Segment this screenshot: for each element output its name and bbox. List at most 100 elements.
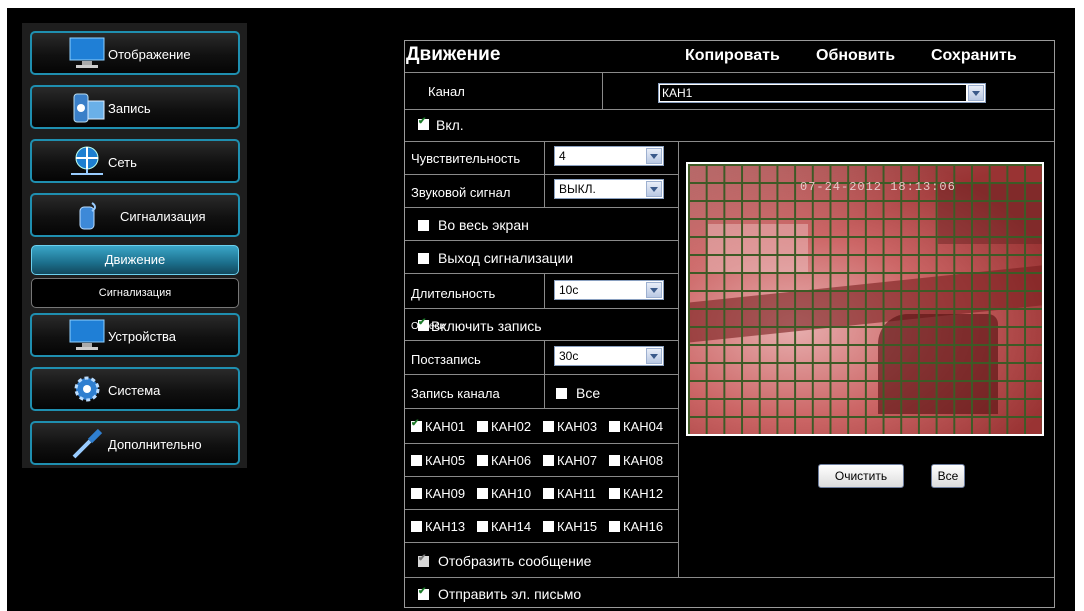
chevron-down-icon[interactable] [968, 85, 984, 101]
fullscreen-checkbox[interactable] [418, 220, 429, 231]
channel-checkbox[interactable] [477, 455, 488, 466]
divider [405, 577, 1054, 578]
channel-checkbox-label: КАН13 [425, 519, 466, 534]
channel-checkbox[interactable] [609, 521, 620, 532]
record-enable-label: Включить запись [431, 318, 542, 334]
sidebar-item-label: Отображение [108, 47, 191, 62]
sidebar-item-label: Сеть [108, 155, 137, 170]
channel-checkbox[interactable] [411, 418, 422, 432]
channel-checkbox-label: КАН16 [623, 519, 664, 534]
all-channels-label: Все [576, 385, 601, 401]
channel-checkbox-label: КАН08 [623, 453, 664, 468]
divider [405, 109, 1054, 110]
sidebar-item-system[interactable]: Система [30, 367, 240, 411]
chevron-down-icon[interactable] [646, 181, 662, 197]
channel-checkbox[interactable] [477, 421, 488, 432]
channel-checkbox[interactable] [543, 488, 554, 499]
clear-button[interactable]: Очистить [818, 464, 904, 488]
post-record-value: 30с [559, 349, 579, 363]
alarm-out-label: Выход сигнализации [438, 250, 574, 266]
channel-checkbox[interactable] [477, 521, 488, 532]
channel-checkbox[interactable] [543, 521, 554, 532]
show-message-checkbox[interactable] [418, 553, 429, 567]
divider [405, 273, 678, 274]
channel-checkbox[interactable] [477, 488, 488, 499]
sidebar-item-label: Дополнительно [108, 437, 202, 452]
divider [405, 443, 678, 444]
refresh-button[interactable]: Обновить [816, 47, 895, 65]
channel-checkbox-label: КАН10 [491, 486, 532, 501]
show-message-label: Отобразить сообщение [438, 553, 592, 569]
channel-checkbox[interactable] [543, 455, 554, 466]
sidebar-item-label: Система [108, 383, 161, 398]
save-button[interactable]: Сохранить [931, 47, 1017, 65]
buzzer-label: Звуковой сигнал [411, 185, 511, 200]
sidebar-item-alarm[interactable]: Сигнализация [30, 193, 240, 237]
page-title: Движение [406, 44, 501, 65]
sidebar-item-network[interactable]: Сеть [30, 139, 240, 183]
post-record-label: Постзапись [411, 352, 481, 367]
screwdriver-icon [72, 428, 103, 459]
channel-checkbox[interactable] [411, 455, 422, 466]
channel-checkbox-label: КАН09 [425, 486, 466, 501]
sidebar-item-label: Устройства [108, 329, 177, 344]
channel-checkbox[interactable] [411, 521, 422, 532]
record-enable-checkbox[interactable] [418, 317, 429, 331]
channel-checkbox-label: КАН03 [557, 419, 598, 434]
channel-checkbox-label: КАН07 [557, 453, 598, 468]
enable-checkbox[interactable] [418, 116, 429, 130]
sidebar-item-label: Сигнализация [120, 209, 206, 224]
channel-checkbox-label: КАН15 [557, 519, 598, 534]
sidebar-item-advanced[interactable]: Дополнительно [30, 421, 240, 465]
divider [405, 542, 678, 543]
chevron-down-icon[interactable] [646, 348, 662, 364]
camera-image: 07-24-2012 18:13:06 [688, 164, 1042, 434]
sensitivity-label: Чувствительность [411, 151, 521, 166]
sensitivity-select[interactable]: 4 [554, 146, 664, 166]
channel-checkbox-label: КАН14 [491, 519, 532, 534]
channel-checkbox[interactable] [609, 488, 620, 499]
duration-select[interactable]: 10с [554, 280, 664, 300]
alarm-out-checkbox[interactable] [418, 253, 429, 264]
select-all-button[interactable]: Все [931, 464, 965, 488]
sidebar-sub-motion[interactable]: Движение [31, 245, 239, 275]
channel-checkbox-label: КАН06 [491, 453, 532, 468]
sidebar-item-devices[interactable]: Устройства [30, 313, 240, 357]
chevron-down-icon[interactable] [646, 282, 662, 298]
sensitivity-value: 4 [559, 149, 566, 163]
divider [405, 408, 678, 409]
divider [405, 72, 1054, 73]
divider [405, 174, 678, 175]
channel-select[interactable]: КАН1 [658, 83, 986, 103]
send-email-checkbox[interactable] [418, 586, 429, 600]
alarm-icon [79, 202, 96, 230]
divider [405, 340, 678, 341]
divider [544, 273, 545, 308]
divider [405, 141, 1054, 142]
all-channels-checkbox[interactable] [556, 388, 567, 399]
chevron-down-icon[interactable] [646, 148, 662, 164]
film-icon [73, 93, 105, 123]
sidebar: Отображение Запись Сеть Сигнализация Дви… [22, 23, 247, 468]
channel-checkbox-label: КАН01 [425, 419, 466, 434]
divider [405, 308, 678, 309]
divider [405, 207, 678, 208]
monitor-icon [69, 319, 105, 350]
channel-checkbox[interactable] [543, 421, 554, 432]
motion-grid[interactable] [688, 164, 1042, 434]
sidebar-item-record[interactable]: Запись [30, 85, 240, 129]
sidebar-sub-alarm[interactable]: Сигнализация [31, 278, 239, 308]
channel-checkbox-label: КАН11 [557, 486, 597, 501]
channel-checkbox[interactable] [609, 421, 620, 432]
buzzer-value: ВЫКЛ. [559, 182, 596, 196]
post-record-select[interactable]: 30с [554, 346, 664, 366]
channel-checkbox-label: КАН04 [623, 419, 664, 434]
copy-button[interactable]: Копировать [685, 47, 780, 65]
divider [602, 72, 603, 109]
channel-checkbox[interactable] [609, 455, 620, 466]
gear-icon [74, 376, 100, 402]
buzzer-select[interactable]: ВЫКЛ. [554, 179, 664, 199]
channel-checkbox[interactable] [411, 488, 422, 499]
sidebar-item-display[interactable]: Отображение [30, 31, 240, 75]
motion-area-preview[interactable]: 07-24-2012 18:13:06 [686, 162, 1044, 436]
